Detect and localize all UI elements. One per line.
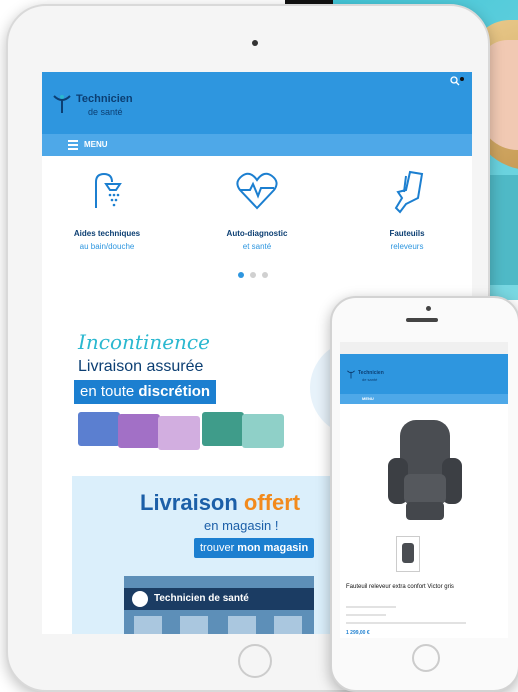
armchair-product-image [388, 420, 462, 520]
phone-device: Technicien de santé MENU Fauteuil releve… [330, 296, 518, 692]
shower-icon [95, 172, 122, 208]
hamburger-icon[interactable] [68, 140, 78, 150]
product-pack [118, 414, 160, 448]
product-thumbnail[interactable] [396, 536, 420, 572]
search-icon[interactable] [450, 76, 464, 86]
product-detail-line [346, 622, 466, 624]
tablet-camera [252, 40, 258, 46]
carousel-dot[interactable] [250, 272, 256, 278]
store-sign-label: Technicien de santé [154, 593, 249, 604]
site-header: Technicien de santé [42, 72, 472, 134]
logo-name[interactable]: Technicien [76, 93, 133, 105]
product-pack [202, 412, 244, 446]
carousel-dots[interactable] [238, 272, 268, 278]
category-label: Fauteuils [389, 229, 425, 238]
product-pack [158, 416, 200, 450]
category-sublabel: releveurs [390, 242, 424, 251]
caduceus-logo-icon [53, 95, 71, 113]
promo-line: Livraison assurée [78, 358, 204, 375]
phone-status-bar [340, 342, 508, 354]
find-store-button[interactable]: trouver mon magasin [194, 538, 315, 558]
phone-camera [426, 306, 431, 311]
phone-menu-label[interactable]: MENU [362, 396, 374, 401]
store-window [274, 616, 302, 634]
product-price: 1 299,00 € [346, 630, 370, 636]
phone-menu-bar[interactable]: MENU [340, 394, 508, 404]
product-pack [242, 414, 284, 448]
store-window [228, 616, 256, 634]
phone-logo-subtitle: de santé [362, 377, 378, 382]
tablet-home-button[interactable] [238, 644, 272, 678]
phone-logo-name[interactable]: Technicien [358, 370, 384, 376]
banner-subtitle: en magasin ! [204, 518, 279, 533]
product-detail-line [346, 606, 396, 608]
phone-speaker [406, 318, 438, 322]
menu-bar[interactable]: MENU [42, 134, 472, 156]
category-label: Aides techniques [73, 229, 141, 238]
promo-title[interactable]: Incontinence [78, 330, 210, 354]
store-sign: Technicien de santé [124, 588, 314, 610]
store-window [134, 616, 162, 634]
product-pack [78, 412, 120, 446]
store-facade-image: Technicien de santé [124, 576, 314, 634]
promo-highlight: en toute discrétion [74, 380, 217, 404]
category-label: Auto-diagnostic [226, 229, 288, 238]
menu-label[interactable]: MENU [84, 140, 108, 149]
category-lift-chairs[interactable]: Fauteuils releveurs [352, 168, 462, 251]
banner-title: Livraison offert [140, 490, 301, 515]
store-window [180, 616, 208, 634]
category-self-diagnosis[interactable]: Auto-diagnostic et santé [202, 168, 312, 251]
armchair-icon [394, 170, 424, 214]
logo-subtitle: de santé [88, 107, 123, 117]
category-bath-aids[interactable]: Aides techniques au bain/douche [52, 168, 162, 251]
category-sublabel: au bain/douche [79, 242, 135, 251]
category-sublabel: et santé [242, 242, 272, 251]
product-detail-line [346, 614, 386, 616]
caduceus-logo-icon [347, 370, 355, 379]
carousel-dot-active[interactable] [238, 272, 244, 278]
phone-screen: Technicien de santé MENU Fauteuil releve… [340, 342, 508, 638]
carousel-dot[interactable] [262, 272, 268, 278]
product-name: Fauteuil releveur extra confort Victor g… [346, 584, 454, 590]
heart-pulse-icon [236, 172, 278, 210]
store-logo-icon [132, 591, 148, 607]
phone-home-button[interactable] [412, 644, 440, 672]
